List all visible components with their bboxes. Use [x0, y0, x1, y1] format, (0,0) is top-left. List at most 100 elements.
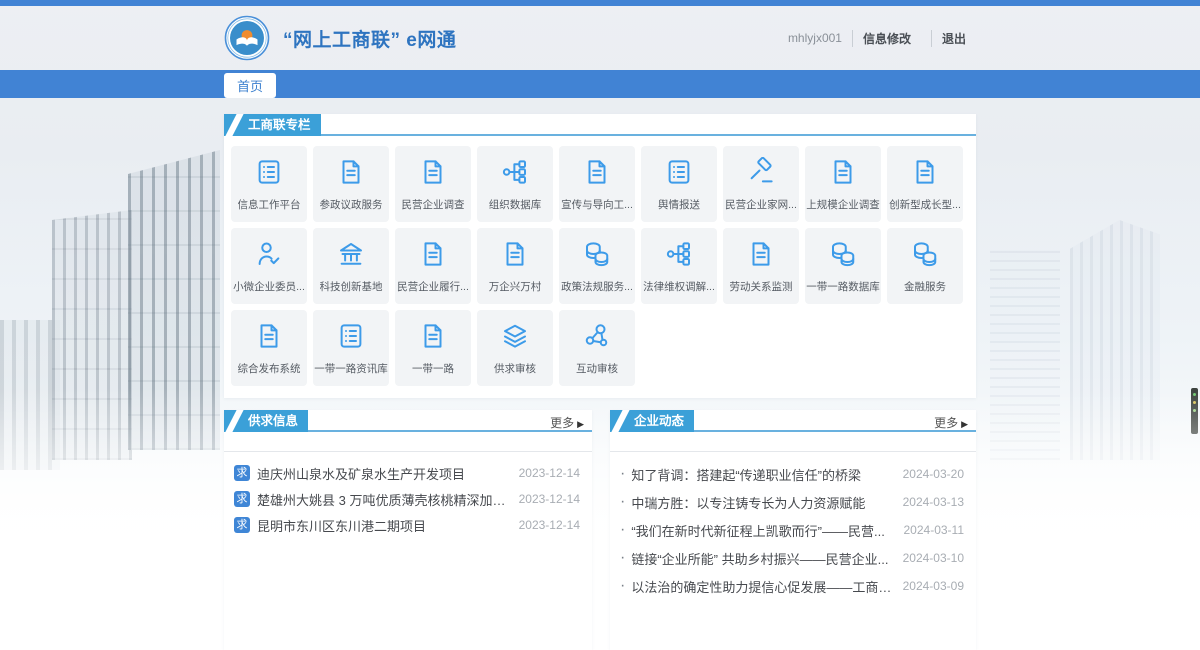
building-silhouette — [0, 320, 60, 470]
item-title: 知了背调：搭建起“传递职业信任”的桥梁 — [631, 465, 892, 484]
service-item[interactable]: 万企兴万村 — [477, 228, 553, 304]
service-item-label: 一带一路资讯库 — [314, 361, 388, 376]
news-row[interactable]: · 知了背调：搭建起“传递职业信任”的桥梁 2024-03-20 — [620, 460, 964, 488]
document-icon — [827, 156, 859, 188]
service-item[interactable]: 组织数据库 — [477, 146, 553, 222]
service-item-label: 组织数据库 — [489, 197, 542, 212]
service-item[interactable]: 宣传与导向工... — [559, 146, 635, 222]
supply-demand-header: 供求信息 更多▶ — [224, 410, 592, 432]
service-item[interactable]: 一带一路资讯库 — [313, 310, 389, 386]
service-item[interactable]: 民营企业家网... — [723, 146, 799, 222]
item-title: 楚雄州大姚县 3 万吨优质薄壳核桃精深加工及科... — [257, 490, 509, 509]
supply-demand-tabs — [224, 432, 592, 452]
demand-badge: 求 — [234, 517, 250, 533]
orgchart-icon — [499, 156, 531, 188]
main-nav: 首页 — [0, 70, 1200, 98]
item-title: “我们在新时代新征程上凯歌而行”——民营... — [631, 521, 893, 540]
bullet-icon: · — [620, 493, 625, 511]
service-item-label: 政策法规服务... — [561, 279, 633, 294]
services-panel: 工商联专栏 信息工作平台 参政议政服务 民营企业调查 组织数据库 宣传与导向工.… — [224, 114, 976, 398]
list-icon — [663, 156, 695, 188]
news-row[interactable]: · 中瑞方胜：以专注铸专长为人力资源赋能 2024-03-13 — [620, 488, 964, 516]
news-row[interactable]: · “我们在新时代新征程上凯歌而行”——民营... 2024-03-11 — [620, 516, 964, 544]
item-date: 2024-03-20 — [903, 467, 964, 481]
service-item[interactable]: 一带一路 — [395, 310, 471, 386]
enterprise-news-more-link[interactable]: 更多▶ — [934, 414, 968, 431]
more-arrow-icon: ▶ — [961, 419, 968, 429]
supply-demand-title: 供求信息 — [224, 410, 308, 432]
enterprise-news-header: 企业动态 更多▶ — [610, 410, 976, 432]
edit-info-link[interactable]: 信息修改 — [852, 30, 921, 47]
news-row[interactable]: · 以法治的确定性助力提信心促发展——工商联... 2024-03-09 — [620, 572, 964, 600]
supply-demand-row[interactable]: 求 迪庆州山泉水及矿泉水生产开发项目 2023-12-14 — [234, 460, 580, 486]
gavel-icon — [745, 156, 777, 188]
service-item-label: 参政议政服务 — [320, 197, 383, 212]
demand-badge: 求 — [234, 465, 250, 481]
service-item-label: 金融服务 — [904, 279, 946, 294]
enterprise-news-list: · 知了背调：搭建起“传递职业信任”的桥梁 2024-03-20 · 中瑞方胜：… — [610, 452, 976, 600]
site-title: “网上工商联” e网通 — [283, 25, 456, 52]
building-silhouette — [128, 150, 220, 450]
network-icon — [581, 320, 613, 352]
user-box: mhlyjx001 信息修改 退出 — [788, 30, 976, 47]
supply-demand-more-link[interactable]: 更多▶ — [550, 414, 584, 431]
service-item[interactable]: 政策法规服务... — [559, 228, 635, 304]
bullet-icon: · — [620, 549, 625, 567]
service-item[interactable]: 民营企业调查 — [395, 146, 471, 222]
news-row[interactable]: · 链接“企业所能” 共助乡村振兴——民营企业... 2024-03-10 — [620, 544, 964, 572]
services-panel-title: 工商联专栏 — [224, 114, 321, 136]
item-title: 昆明市东川区东川港二期项目 — [257, 516, 509, 535]
service-item-label: 舆情报送 — [658, 197, 700, 212]
supply-demand-row[interactable]: 求 昆明市东川区东川港二期项目 2023-12-14 — [234, 512, 580, 538]
nav-tab-home[interactable]: 首页 — [224, 73, 276, 98]
service-item[interactable]: 创新型成长型... — [887, 146, 963, 222]
service-item[interactable]: 信息工作平台 — [231, 146, 307, 222]
item-date: 2024-03-11 — [904, 523, 965, 537]
service-item-label: 民营企业履行... — [397, 279, 469, 294]
item-date: 2023-12-14 — [519, 466, 580, 480]
more-arrow-icon: ▶ — [577, 419, 584, 429]
bullet-icon: · — [620, 465, 625, 483]
service-item[interactable]: 供求审核 — [477, 310, 553, 386]
service-item-label: 民营企业家网... — [725, 197, 797, 212]
service-item-label: 信息工作平台 — [238, 197, 301, 212]
service-item[interactable]: 参政议政服务 — [313, 146, 389, 222]
service-item-label: 法律维权调解... — [643, 279, 715, 294]
item-title: 链接“企业所能” 共助乡村振兴——民营企业... — [631, 549, 892, 568]
building-silhouette — [990, 250, 1060, 460]
database-icon — [909, 238, 941, 270]
service-item[interactable]: 综合发布系统 — [231, 310, 307, 386]
building-silhouette — [52, 210, 132, 460]
service-item-label: 万企兴万村 — [489, 279, 542, 294]
service-item[interactable]: 舆情报送 — [641, 146, 717, 222]
document-icon — [417, 320, 449, 352]
enterprise-news-tabs — [610, 432, 976, 452]
service-item-label: 综合发布系统 — [238, 361, 301, 376]
building-silhouette — [1070, 220, 1160, 460]
item-date: 2024-03-09 — [903, 579, 964, 593]
service-item-label: 供求审核 — [494, 361, 536, 376]
supply-demand-row[interactable]: 求 楚雄州大姚县 3 万吨优质薄壳核桃精深加工及科... 2023-12-14 — [234, 486, 580, 512]
service-item[interactable]: 科技创新基地 — [313, 228, 389, 304]
service-item[interactable]: 金融服务 — [887, 228, 963, 304]
logout-link[interactable]: 退出 — [931, 30, 976, 47]
service-item[interactable]: 民营企业履行... — [395, 228, 471, 304]
service-item-label: 互动审核 — [576, 361, 618, 376]
service-item[interactable]: 法律维权调解... — [641, 228, 717, 304]
service-item[interactable]: 劳动关系监测 — [723, 228, 799, 304]
service-item[interactable]: 上规模企业调查 — [805, 146, 881, 222]
service-item[interactable]: 小微企业委员... — [231, 228, 307, 304]
item-date: 2023-12-14 — [519, 492, 580, 506]
item-title: 中瑞方胜：以专注铸专长为人力资源赋能 — [631, 493, 892, 512]
document-icon — [499, 238, 531, 270]
background-cityscape-right — [975, 190, 1200, 480]
demand-badge: 求 — [234, 491, 250, 507]
service-item-label: 劳动关系监测 — [730, 279, 793, 294]
item-date: 2023-12-14 — [519, 518, 580, 532]
layers-icon — [499, 320, 531, 352]
service-item[interactable]: 一带一路数据库 — [805, 228, 881, 304]
item-title: 迪庆州山泉水及矿泉水生产开发项目 — [257, 464, 509, 483]
item-date: 2024-03-13 — [903, 495, 964, 509]
item-title: 以法治的确定性助力提信心促发展——工商联... — [631, 577, 892, 596]
service-item[interactable]: 互动审核 — [559, 310, 635, 386]
